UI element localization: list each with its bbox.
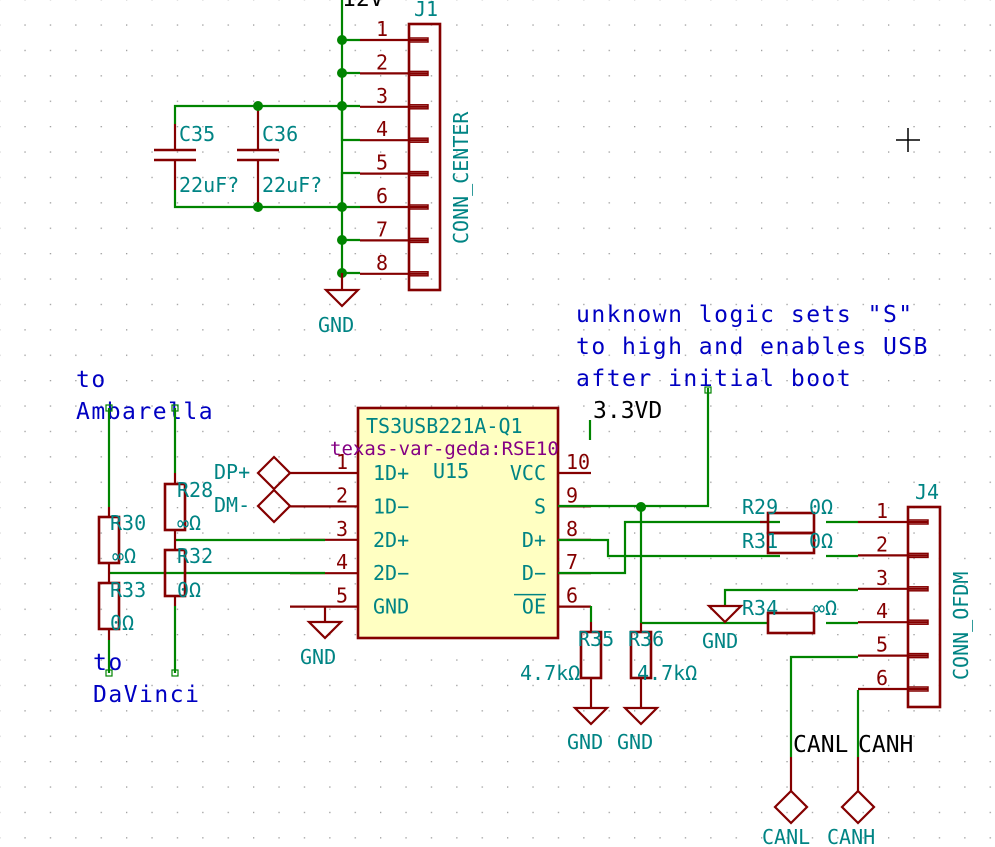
- power-3v3d-label: 3.3VD: [593, 398, 662, 424]
- label: R36: [628, 627, 664, 651]
- pin-number: 4: [376, 117, 388, 141]
- label: 4.7kΩ: [520, 661, 580, 685]
- label: 0Ω: [809, 495, 833, 519]
- note-line-3: after initial boot: [576, 366, 852, 392]
- pin-number: 6: [876, 666, 888, 690]
- c35-value: 22uF?: [179, 173, 239, 197]
- label: 0Ω: [110, 611, 134, 635]
- pin-number: 2: [876, 532, 888, 556]
- label: DM-: [214, 493, 250, 517]
- pin-name: 1D−: [373, 494, 409, 518]
- pin-number: 6: [376, 184, 388, 208]
- c36-ref: C36: [262, 122, 298, 146]
- pin-number: 5: [376, 151, 388, 175]
- pin-number: 7: [376, 217, 388, 241]
- u15-footprint: texas-var-geda:RSE10: [330, 438, 559, 460]
- label: R32: [177, 544, 213, 568]
- label: R31: [742, 529, 778, 553]
- junction: [636, 502, 646, 512]
- pin-number: 1: [876, 499, 888, 523]
- pin-number: 3: [336, 517, 348, 541]
- pin-number: 8: [566, 517, 578, 541]
- pin-name: 2D−: [373, 561, 409, 585]
- label: ∞Ω: [112, 544, 136, 568]
- c35-ref: C35: [179, 122, 215, 146]
- label: GND: [567, 730, 603, 754]
- label: CANH: [827, 825, 875, 847]
- j4-value: CONN_OFDM: [949, 572, 973, 680]
- pin-number: 4: [876, 599, 888, 623]
- pin-number: 10: [566, 450, 590, 474]
- ic-u15[interactable]: TS3USB221A-Q1 texas-var-geda:RSE10 U15 1…: [290, 406, 591, 640]
- label: ∞Ω: [177, 511, 201, 535]
- label: DP+: [214, 460, 250, 484]
- net-label-canh: CANH: [858, 732, 913, 758]
- label: R34: [742, 596, 778, 620]
- pin-number: 3: [876, 566, 888, 590]
- schematic-canvas[interactable]: 12V J1 CONN_CENTER 1 2 3 4 5 6 7 8 GND: [0, 0, 995, 847]
- pin-number: 3: [376, 84, 388, 108]
- pin-name: VCC: [510, 461, 546, 485]
- label: R28: [177, 478, 213, 502]
- net-label-canl: CANL: [793, 732, 848, 758]
- label: R29: [742, 495, 778, 519]
- note-ambarella: Ambarella: [76, 399, 214, 425]
- pin-number: 5: [336, 584, 348, 608]
- label: 4.7kΩ: [637, 661, 697, 685]
- note-to: to: [76, 367, 107, 393]
- junction: [337, 235, 347, 245]
- gnd-label: GND: [318, 313, 354, 337]
- pin-name: OE: [522, 595, 546, 619]
- pin-name: S: [534, 494, 546, 518]
- label: R30: [110, 511, 146, 535]
- label: 0Ω: [809, 529, 833, 553]
- note-line-2: to high and enables USB: [576, 334, 929, 360]
- pin-number: 1: [376, 17, 388, 41]
- j1-ref: J1: [414, 0, 438, 21]
- pin-name: 1D+: [373, 461, 409, 485]
- junction: [337, 35, 347, 45]
- pin-name: GND: [373, 595, 409, 619]
- u15-ref: U15: [433, 459, 469, 483]
- pin-number: 9: [566, 483, 578, 507]
- c36-value: 22uF?: [262, 173, 322, 197]
- junction: [337, 68, 347, 78]
- label: GND: [617, 730, 653, 754]
- j4-ref: J4: [915, 480, 939, 504]
- label: 0Ω: [177, 578, 201, 602]
- pin-number: 1: [336, 450, 348, 474]
- pin-number: 4: [336, 550, 348, 574]
- power-12v-label: 12V: [342, 0, 384, 12]
- pin-name: D+: [522, 528, 546, 552]
- pin-number: 7: [566, 550, 578, 574]
- u15-value: TS3USB221A-Q1: [366, 414, 523, 438]
- label: CANL: [762, 825, 810, 847]
- label: ∞Ω: [813, 596, 837, 620]
- j1-value: CONN_CENTER: [449, 111, 473, 244]
- pin-number: 2: [336, 483, 348, 507]
- pin-number: 8: [376, 251, 388, 275]
- junction: [253, 101, 263, 111]
- pin-number: 2: [376, 50, 388, 74]
- note-line-1: unknown logic sets "S": [576, 302, 914, 328]
- label: R33: [110, 578, 146, 602]
- pin-name: D−: [522, 561, 546, 585]
- label: R35: [578, 627, 614, 651]
- pin-name: 2D+: [373, 528, 409, 552]
- label: GND: [300, 645, 336, 669]
- label: GND: [702, 629, 738, 653]
- pin-number: 5: [876, 633, 888, 657]
- junction: [253, 202, 263, 212]
- note-davinci: DaVinci: [93, 682, 200, 708]
- pin-number: 6: [566, 584, 578, 608]
